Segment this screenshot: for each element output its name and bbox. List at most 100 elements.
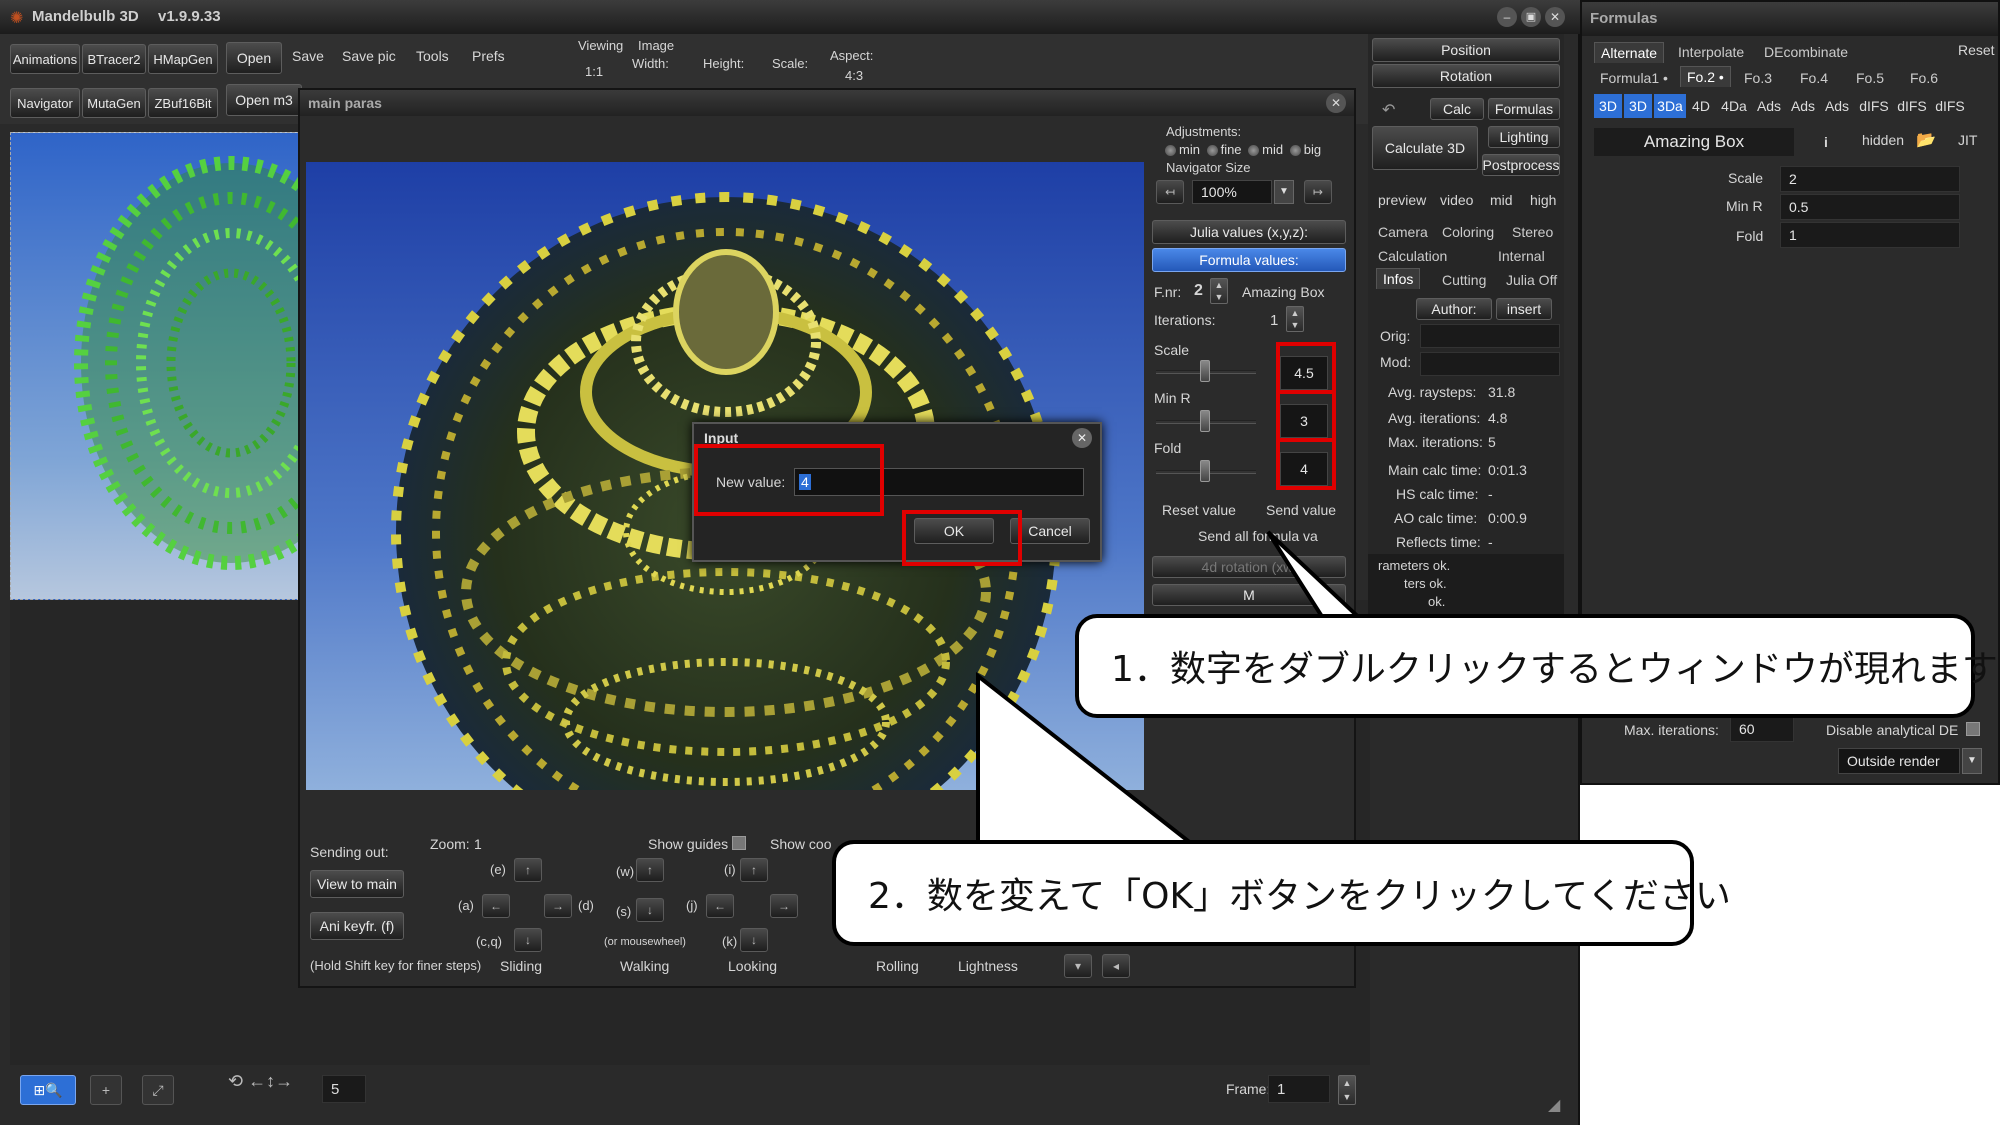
quality-high[interactable]: high bbox=[1530, 192, 1556, 208]
nav-size-up-button[interactable]: ↦ bbox=[1304, 180, 1332, 204]
param-fold-slider-knob[interactable] bbox=[1200, 460, 1210, 482]
slide-up-button[interactable]: ↑ bbox=[514, 858, 542, 882]
type-tab-ads-1[interactable]: Ads bbox=[1754, 94, 1784, 118]
maximize-icon[interactable]: ▣ bbox=[1521, 7, 1541, 27]
add-tool-button[interactable]: + bbox=[90, 1075, 122, 1105]
julia-values-button[interactable]: Julia values (x,y,z): bbox=[1152, 220, 1346, 244]
tab-calculation[interactable]: Calculation bbox=[1372, 246, 1453, 266]
look-left-button[interactable]: ← bbox=[706, 894, 734, 918]
insert-button[interactable]: insert bbox=[1496, 298, 1552, 320]
undo-icon[interactable]: ↶ bbox=[1382, 100, 1395, 120]
tab-alternate[interactable]: Alternate bbox=[1594, 42, 1665, 63]
position-button[interactable]: Position bbox=[1372, 38, 1560, 62]
tab-cutting[interactable]: Cutting bbox=[1436, 270, 1492, 290]
view-to-main-button[interactable]: View to main bbox=[310, 870, 404, 898]
lightness-up-button[interactable]: ◂ bbox=[1102, 954, 1130, 978]
input-dialog-close-icon[interactable]: ✕ bbox=[1072, 428, 1092, 448]
mutagen-button[interactable]: MutaGen bbox=[82, 88, 146, 118]
walk-forward-button[interactable]: ↑ bbox=[636, 858, 664, 882]
type-tab-ads-3[interactable]: Ads bbox=[1822, 94, 1852, 118]
formula-param-minr-value[interactable]: 0.5 bbox=[1780, 194, 1960, 220]
send-value-button[interactable]: Send value bbox=[1266, 502, 1336, 518]
zbuf16bit-button[interactable]: ZBuf16Bit bbox=[148, 88, 218, 118]
type-tab-difs-1[interactable]: dIFS bbox=[1856, 94, 1892, 118]
calculate-3d-button[interactable]: Calculate 3D bbox=[1372, 126, 1478, 170]
formula-tab-2[interactable]: Fo.2 • bbox=[1680, 66, 1731, 87]
adj-mid[interactable]: mid bbox=[1262, 142, 1283, 157]
quality-mid[interactable]: mid bbox=[1490, 192, 1513, 208]
walk-backward-button[interactable]: ↓ bbox=[636, 898, 664, 922]
type-tab-difs-2[interactable]: dIFS bbox=[1894, 94, 1930, 118]
main-paras-close-icon[interactable]: ✕ bbox=[1326, 93, 1346, 113]
zoom-step-field[interactable]: 5 bbox=[322, 1075, 366, 1103]
slide-down-button[interactable]: ↓ bbox=[514, 928, 542, 952]
formula-param-fold-value[interactable]: 1 bbox=[1780, 222, 1960, 248]
adj-min[interactable]: min bbox=[1179, 142, 1200, 157]
author-button[interactable]: Author: bbox=[1416, 298, 1492, 320]
lighting-button[interactable]: Lighting bbox=[1488, 126, 1560, 148]
navigator-button[interactable]: Navigator bbox=[10, 88, 80, 118]
param-minr-slider-knob[interactable] bbox=[1200, 410, 1210, 432]
close-icon[interactable]: ✕ bbox=[1545, 7, 1565, 27]
formula-values-button[interactable]: Formula values: bbox=[1152, 248, 1346, 272]
select-tool-button[interactable]: ⊞🔍 bbox=[20, 1075, 76, 1105]
formula-tab-1[interactable]: Formula1 • bbox=[1594, 68, 1674, 88]
btracer2-button[interactable]: BTracer2 bbox=[82, 44, 146, 74]
tab-stereo[interactable]: Stereo bbox=[1506, 222, 1559, 242]
lightness-down-button[interactable]: ▾ bbox=[1064, 954, 1092, 978]
look-right-button[interactable]: → bbox=[770, 894, 798, 918]
formula-tab-6[interactable]: Fo.6 bbox=[1904, 68, 1944, 88]
formulas-button[interactable]: Formulas bbox=[1488, 98, 1560, 120]
postprocess-button[interactable]: Postprocess bbox=[1482, 154, 1560, 176]
type-tab-3d-2[interactable]: 3D bbox=[1624, 94, 1652, 118]
look-down-button[interactable]: ↓ bbox=[740, 928, 768, 952]
type-tab-4d[interactable]: 4D bbox=[1688, 94, 1714, 118]
prefs-button[interactable]: Prefs bbox=[472, 48, 505, 64]
frame-field[interactable]: 1 bbox=[1268, 1075, 1330, 1103]
quality-video[interactable]: video bbox=[1440, 192, 1473, 208]
formula-param-scale-value[interactable]: 2 bbox=[1780, 166, 1960, 192]
tab-coloring[interactable]: Coloring bbox=[1436, 222, 1500, 242]
resize-tool-button[interactable]: ⤢ bbox=[142, 1075, 174, 1105]
move-arrows-icon[interactable]: ⟲ ←↕→ bbox=[228, 1071, 293, 1092]
type-tab-4da[interactable]: 4Da bbox=[1718, 94, 1750, 118]
tab-decombinate[interactable]: DEcombinate bbox=[1758, 42, 1854, 62]
reset-value-button[interactable]: Reset value bbox=[1162, 502, 1236, 518]
max-iterations-field[interactable]: 60 bbox=[1730, 716, 1794, 742]
type-tab-ads-2[interactable]: Ads bbox=[1788, 94, 1818, 118]
hmapgen-button[interactable]: HMapGen bbox=[148, 44, 218, 74]
type-tab-difs-3[interactable]: dIFS bbox=[1932, 94, 1968, 118]
show-guides-checkbox[interactable] bbox=[732, 836, 746, 850]
formula-tab-3[interactable]: Fo.3 bbox=[1738, 68, 1778, 88]
save-pic-button[interactable]: Save pic bbox=[342, 48, 396, 64]
frame-spinner[interactable]: ▲ ▼ bbox=[1338, 1075, 1356, 1105]
fnr-spinner[interactable]: ▲ ▼ bbox=[1210, 278, 1228, 304]
ani-keyframe-button[interactable]: Ani keyfr. (f) bbox=[310, 912, 404, 940]
resize-grip-icon[interactable]: ◢ bbox=[1548, 1095, 1560, 1115]
type-tab-3d-1[interactable]: 3D bbox=[1594, 94, 1622, 118]
outside-render-dropdown-icon[interactable]: ▼ bbox=[1962, 748, 1982, 774]
formulas-reset-button[interactable]: Reset bbox=[1958, 42, 1995, 58]
outside-render-select[interactable]: Outside render bbox=[1838, 748, 1960, 774]
mod-field[interactable] bbox=[1420, 352, 1560, 376]
quality-preview[interactable]: preview bbox=[1378, 192, 1426, 208]
animations-button[interactable]: Animations bbox=[10, 44, 80, 74]
iterations-spinner[interactable]: ▲ ▼ bbox=[1286, 306, 1304, 332]
tab-infos[interactable]: Infos bbox=[1376, 268, 1421, 289]
tab-interpolate[interactable]: Interpolate bbox=[1672, 42, 1750, 62]
open-button[interactable]: Open bbox=[226, 42, 282, 74]
adjustments-radios[interactable]: min fine mid big bbox=[1162, 142, 1321, 157]
cancel-button[interactable]: Cancel bbox=[1010, 518, 1090, 544]
param-scale-slider-knob[interactable] bbox=[1200, 360, 1210, 382]
slide-right-button[interactable]: → bbox=[544, 894, 572, 918]
look-up-button[interactable]: ↑ bbox=[740, 858, 768, 882]
type-tab-3da[interactable]: 3Da bbox=[1654, 94, 1686, 118]
nav-size-select[interactable]: 100% bbox=[1192, 180, 1272, 204]
adj-big[interactable]: big bbox=[1304, 142, 1321, 157]
formula-name-field[interactable]: Amazing Box bbox=[1594, 128, 1794, 156]
nav-size-dropdown-icon[interactable]: ▼ bbox=[1274, 180, 1294, 204]
rotation-button[interactable]: Rotation bbox=[1372, 64, 1560, 88]
folder-icon[interactable]: 📂 bbox=[1916, 130, 1936, 150]
disable-analytical-de-checkbox[interactable] bbox=[1966, 722, 1980, 736]
tab-camera[interactable]: Camera bbox=[1372, 222, 1434, 242]
